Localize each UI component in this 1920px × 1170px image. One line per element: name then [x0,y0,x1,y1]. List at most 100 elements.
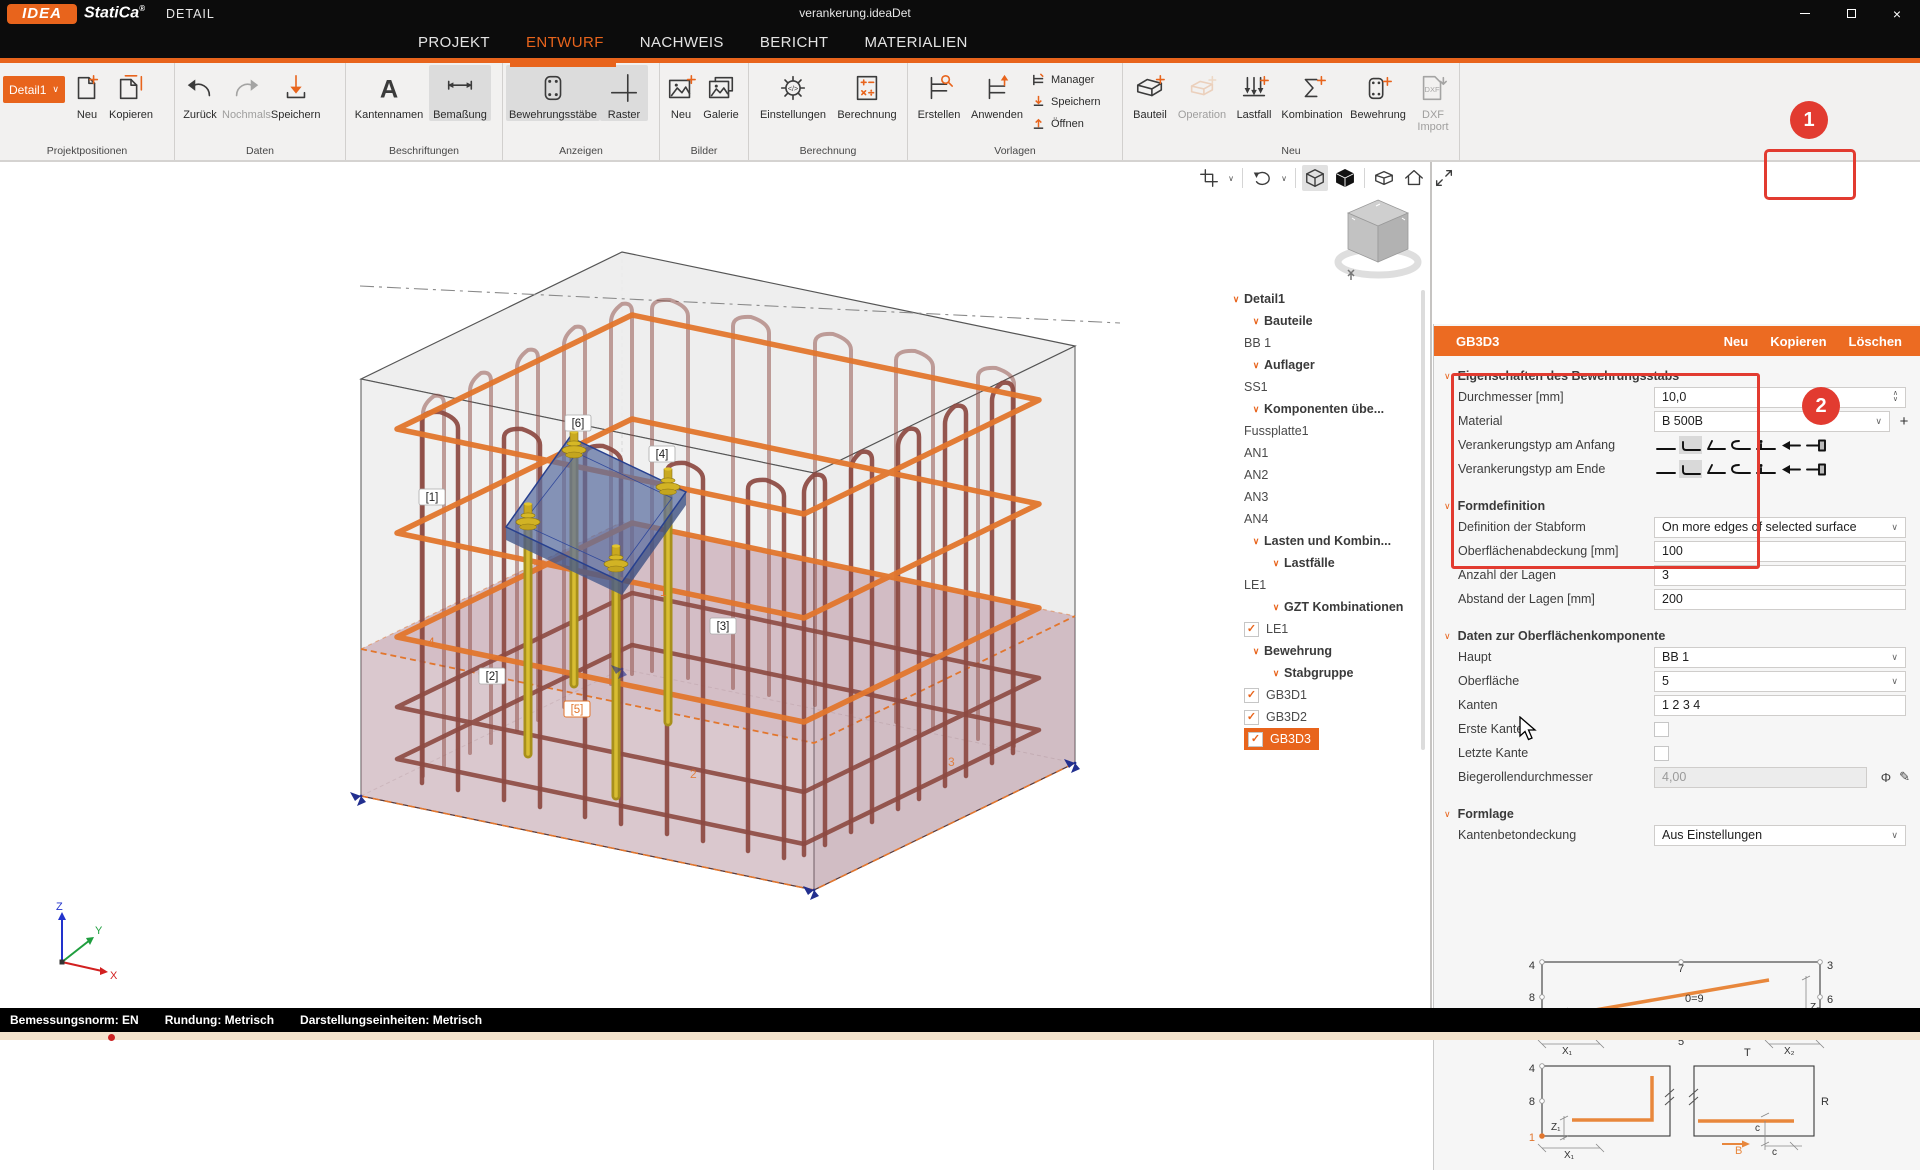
first-edge-checkbox[interactable] [1654,722,1669,737]
haupt-select[interactable]: BB 1 [1654,647,1906,668]
close-button[interactable]: × [1874,0,1920,27]
section-oberflaechenkomponente[interactable]: ∨ Daten zur Oberflächenkomponente [1434,627,1920,645]
tree-item-an2[interactable]: AN2 [1228,464,1424,486]
stepper-icon[interactable]: ∧∨ [1893,391,1898,403]
tab-projekt[interactable]: PROJEKT [418,34,490,51]
project-position-selector[interactable]: Detail1 [3,76,65,103]
lastfall-button[interactable]: Lastfall [1230,65,1278,121]
annotation-highlight-kopieren [1764,149,1856,200]
svg-text:3: 3 [948,755,955,769]
tab-entwurf[interactable]: ENTWURF [526,34,604,51]
kantennamen-button[interactable]: A Kantennamen [349,65,429,121]
tree-item-stabgruppe[interactable]: Stabgruppe [1228,662,1424,684]
raster-button[interactable]: Raster [600,65,648,121]
svg-text:T: T [1744,1047,1751,1059]
tree-item-fussplatte1[interactable]: Fussplatte1 [1228,420,1424,442]
wireframe-view-button[interactable] [1302,165,1328,191]
ribbon-group-neu: Bauteil Operation Lastfall Kombination B… [1123,63,1460,160]
last-edge-checkbox[interactable] [1654,746,1669,761]
tree-item-gb3d1[interactable]: ✓GB3D1 [1228,684,1424,706]
checkbox-checked[interactable]: ✓ [1244,688,1259,703]
operation-button[interactable]: Operation [1174,65,1230,121]
tree-item-komponenten[interactable]: Komponenten übe... [1228,398,1424,420]
spacing-input[interactable]: 200 [1654,589,1906,610]
solid-view-button[interactable] [1332,165,1358,191]
tree-item-an3[interactable]: AN3 [1228,486,1424,508]
dxf-import-button[interactable]: DXF DXF Import [1410,65,1456,133]
bemassung-button[interactable]: Bemaßung [429,65,491,121]
vorlage-erstellen-button[interactable]: Erstellen [911,65,967,121]
add-material-button[interactable]: + [1896,413,1912,430]
einstellungen-button[interactable]: </> Einstellungen [752,65,834,121]
anchor-cone-icon[interactable] [1779,460,1802,478]
tree-item-bb1[interactable]: BB 1 [1228,332,1424,354]
tab-materialien[interactable]: MATERIALIEN [864,34,967,51]
tree-item-le1-kombination[interactable]: ✓LE1 [1228,618,1424,640]
section-formlage[interactable]: ∨ Formlage [1434,805,1920,823]
edge-cover-select[interactable]: Aus Einstellungen [1654,825,1906,846]
svg-text:Y: Y [95,925,103,937]
tree-item-le1[interactable]: LE1 [1228,574,1424,596]
tree-item-an1[interactable]: AN1 [1228,442,1424,464]
tab-nachweis[interactable]: NACHWEIS [640,34,724,51]
tree-item-auflager[interactable]: Auflager [1228,354,1424,376]
berechnung-button[interactable]: Berechnung [834,65,900,121]
rotate-tool-dropdown[interactable]: ∨ [1279,174,1289,183]
edges-label: Kanten [1458,698,1654,712]
tree-item-gzt-kombinationen[interactable]: GZT Kombinationen [1228,596,1424,618]
galerie-button[interactable]: Galerie [699,65,743,121]
wireframe-cube-icon [1304,167,1326,189]
panel-kopieren-button[interactable]: Kopieren [1770,334,1826,349]
checkbox-checked[interactable]: ✓ [1248,732,1263,747]
speichern-button[interactable]: Speichern [271,65,321,121]
tree-item-lasten[interactable]: Lasten und Kombin... [1228,530,1424,552]
tree-item-bauteile[interactable]: Bauteile [1228,310,1424,332]
minimize-button[interactable] [1782,0,1828,27]
surface-select[interactable]: 5 [1654,671,1906,692]
anchor-plate-icon[interactable] [1804,436,1827,454]
3d-viewport[interactable]: [1] [2] [3] [4] [6] [5] 4 1 2 3 Z Y X [0,162,1430,1008]
tree-item-an4[interactable]: AN4 [1228,508,1424,530]
bild-neu-button[interactable]: Neu [663,65,699,121]
position-neu-button[interactable]: Neu [65,65,109,121]
zurueck-button[interactable]: Zurück [178,65,222,121]
anchor-cone-icon[interactable] [1779,436,1802,454]
panel-neu-button[interactable]: Neu [1724,334,1749,349]
tree-item-gb3d3-selected[interactable]: ✓GB3D3 [1228,728,1424,750]
position-kopieren-button[interactable]: Kopieren [109,65,153,121]
checkbox-checked[interactable]: ✓ [1244,710,1259,725]
svg-text:A: A [380,75,398,103]
vorlagen-speichern-button[interactable]: Speichern [1031,91,1101,112]
tree-item-detail1[interactable]: Detail1 [1228,288,1424,310]
vorlagen-oeffnen-button[interactable]: Öffnen [1031,113,1101,134]
tree-item-bewehrung[interactable]: Bewehrung [1228,640,1424,662]
navigation-cube[interactable] [1338,200,1418,280]
bewehrung-button[interactable]: Bewehrung [1346,65,1410,121]
tab-bericht[interactable]: BERICHT [760,34,829,51]
chevron-down-icon: ∨ [1444,501,1451,512]
rotate-tool-button[interactable] [1249,165,1275,191]
vorlagen-manager-button[interactable]: Manager [1031,69,1101,90]
restore-button[interactable] [1828,0,1874,27]
clip-tool-dropdown[interactable]: ∨ [1226,174,1236,183]
vorlage-anwenden-button[interactable]: Anwenden [967,65,1027,121]
panel-loeschen-button[interactable]: Löschen [1849,334,1902,349]
bewehrungsstaebe-button[interactable]: Bewehrungsstäbe [506,65,600,121]
tree-scrollbar[interactable] [1421,290,1425,750]
edges-input[interactable]: 1 2 3 4 [1654,695,1906,716]
tree-item-gb3d2[interactable]: ✓GB3D2 [1228,706,1424,728]
clip-tool-button[interactable] [1196,165,1222,191]
checkbox-checked[interactable]: ✓ [1244,622,1259,637]
anchor-plate-icon[interactable] [1804,460,1827,478]
fit-view-button[interactable] [1431,165,1457,191]
kombination-button[interactable]: Kombination [1278,65,1346,121]
section-view-button[interactable] [1371,165,1397,191]
mandrel-input: 4,00 [1654,767,1867,788]
nochmals-button[interactable]: Nochmals [222,65,271,121]
tree-item-ss1[interactable]: SS1 [1228,376,1424,398]
bauteil-button[interactable]: Bauteil [1126,65,1174,121]
gear-icon: </> [777,72,809,104]
edit-pencil-icon[interactable]: ✎ [1899,769,1910,785]
tree-item-lastfaelle[interactable]: Lastfälle [1228,552,1424,574]
home-view-button[interactable] [1401,165,1427,191]
